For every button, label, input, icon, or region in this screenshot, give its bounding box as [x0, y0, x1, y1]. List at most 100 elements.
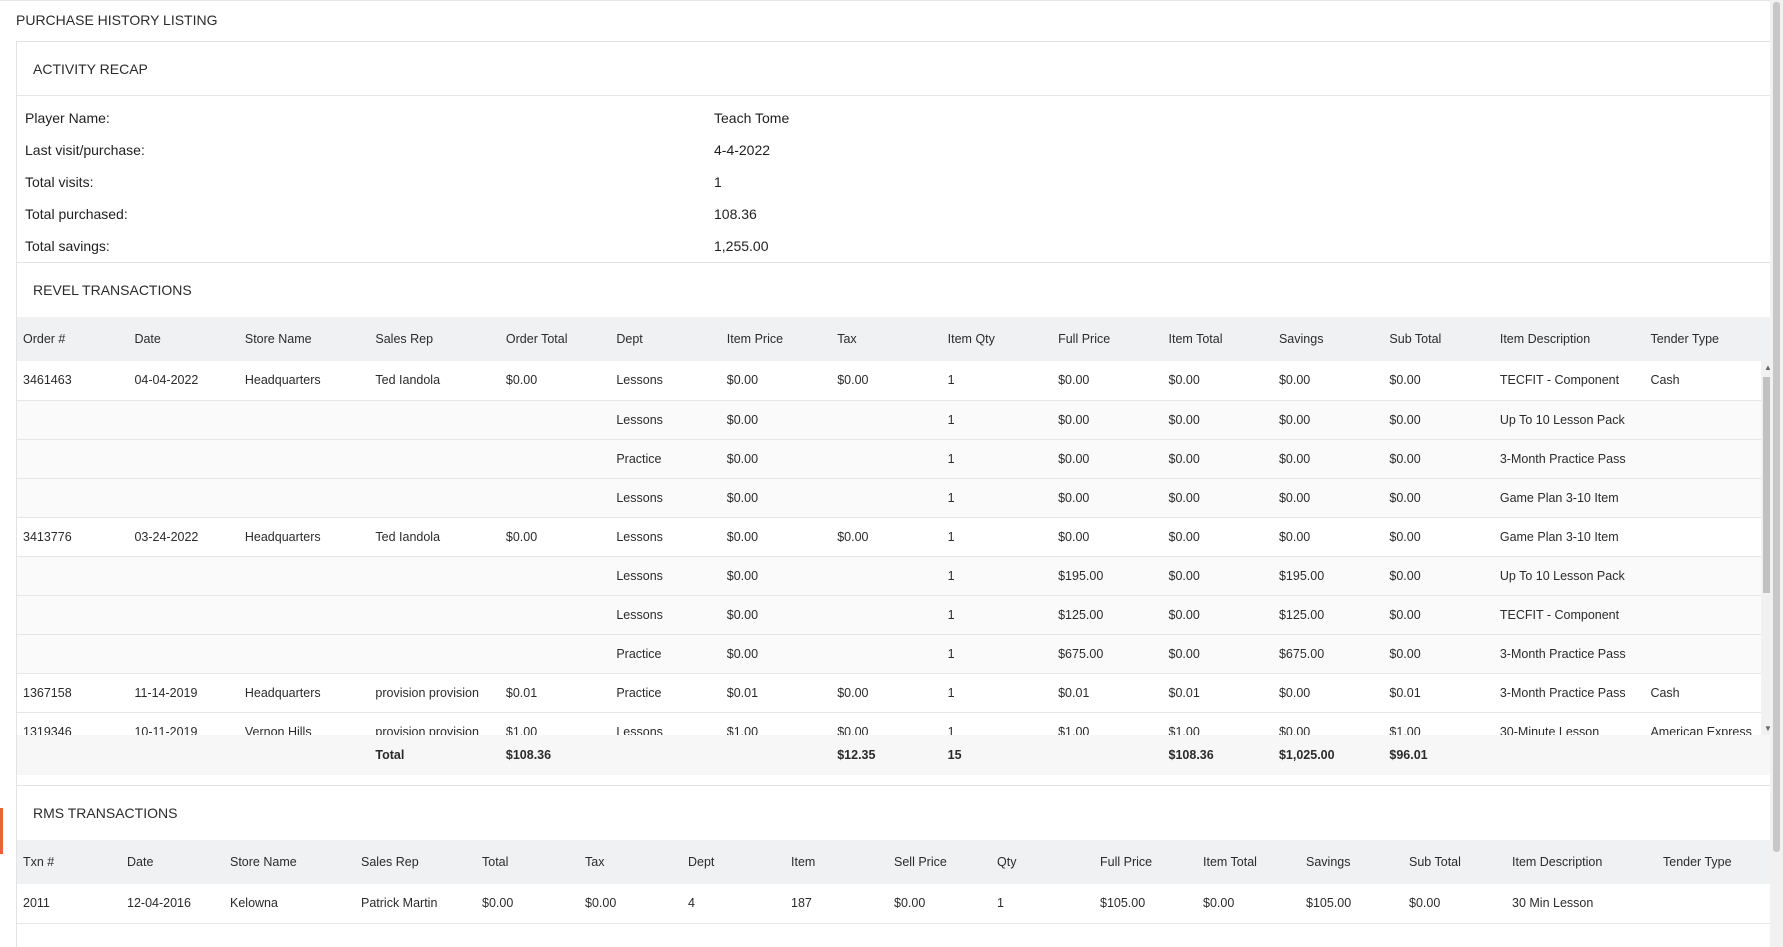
- table-row[interactable]: 1367158 11-14-2019 Headquarters provision p…: [17, 673, 1775, 713]
- cell-item-total: $0.00: [1162, 556, 1273, 596]
- col-header-date[interactable]: Date: [121, 840, 224, 884]
- cell-full-price: $0.00: [1052, 439, 1163, 479]
- cell-sub-total: $0.00: [1383, 634, 1494, 674]
- col-header-qty[interactable]: Qty: [991, 840, 1094, 884]
- total-item-qty: 15: [941, 735, 1053, 775]
- table-row[interactable]: 1319346 10-11-2019 Vernon Hills provision p…: [17, 712, 1775, 735]
- col-header-sub-total[interactable]: Sub Total: [1403, 840, 1506, 884]
- col-header-order[interactable]: Order #: [17, 317, 129, 361]
- col-header-sales-rep[interactable]: Sales Rep: [355, 840, 476, 884]
- cell-item-total: $0.00: [1162, 478, 1273, 518]
- cell-sub-total: $1.00: [1383, 712, 1494, 735]
- revel-table-body[interactable]: 3461463 04-04-2022 Headquarters Ted Iandola…: [17, 361, 1775, 735]
- cell-date: 04-04-2022: [128, 361, 239, 401]
- cell-date: [128, 400, 239, 440]
- table-row[interactable]: 3461463 04-04-2022 Headquarters Ted Iandola…: [17, 361, 1775, 401]
- col-header-item-qty[interactable]: Item Qty: [941, 317, 1053, 361]
- col-header-item-description[interactable]: Item Description: [1493, 317, 1645, 361]
- cell-dept: Practice: [610, 673, 721, 713]
- cell-savings: $0.00: [1272, 439, 1384, 479]
- rms-table: Txn # Date Store Name Sales Rep Total Tax Dept…: [17, 840, 1777, 924]
- table-row[interactable]: Lessons $0.00 1 $125.00 $0.00 $125.00 $0.00 TEC…: [17, 595, 1775, 635]
- cell-tax: $0.00: [579, 884, 682, 924]
- recap-value: 1: [714, 174, 722, 190]
- table-row[interactable]: Practice $0.00 1 $0.00 $0.00 $0.00 $0.00 3-Mont…: [17, 439, 1775, 479]
- cell-dept: Lessons: [610, 595, 721, 635]
- col-header-tender-type[interactable]: Tender Type: [1644, 317, 1775, 361]
- cell-dept: Lessons: [610, 517, 721, 557]
- col-header-tax[interactable]: Tax: [579, 840, 682, 884]
- total-store-name: [238, 735, 370, 775]
- cell-order-total: [499, 634, 611, 674]
- col-header-item-price[interactable]: Item Price: [720, 317, 832, 361]
- total-date: [128, 735, 239, 775]
- cell-order-total: [499, 595, 611, 635]
- cell-sales-rep: provision provision: [369, 673, 500, 713]
- cell-sub-total: $0.00: [1383, 595, 1494, 635]
- col-header-full-price[interactable]: Full Price: [1052, 317, 1163, 361]
- col-header-tax[interactable]: Tax: [831, 317, 942, 361]
- col-header-date[interactable]: Date: [128, 317, 239, 361]
- cell-tender-type: [1644, 400, 1775, 440]
- col-header-tender-type[interactable]: Tender Type: [1657, 840, 1777, 884]
- col-header-order-total[interactable]: Order Total: [499, 317, 611, 361]
- col-header-dept[interactable]: Dept: [682, 840, 785, 884]
- col-header-item-total[interactable]: Item Total: [1162, 317, 1273, 361]
- revel-total-row: Total $108.36 $12.35 15 $108.36 $1,025.00 $96.…: [17, 735, 1775, 775]
- col-header-sales-rep[interactable]: Sales Rep: [369, 317, 500, 361]
- col-header-dept[interactable]: Dept: [610, 317, 721, 361]
- cell-savings: $0.00: [1272, 361, 1384, 401]
- cell-store-name: Vernon Hills: [238, 712, 370, 735]
- col-header-item-description[interactable]: Item Description: [1506, 840, 1657, 884]
- cell-item-description: Game Plan 3-10 Item: [1493, 478, 1645, 518]
- col-header-total[interactable]: Total: [476, 840, 579, 884]
- col-header-store-name[interactable]: Store Name: [238, 317, 370, 361]
- cell-dept: 4: [682, 884, 785, 924]
- col-header-full-price[interactable]: Full Price: [1094, 840, 1197, 884]
- table-row[interactable]: Lessons $0.00 1 $0.00 $0.00 $0.00 $0.00 Up To 1…: [17, 400, 1775, 440]
- cell-item-description: Up To 10 Lesson Pack: [1493, 400, 1645, 440]
- cell-sell-price: $0.00: [888, 884, 991, 924]
- cell-item-price: $0.00: [720, 439, 832, 479]
- col-header-savings[interactable]: Savings: [1272, 317, 1384, 361]
- total-tender-type: [1644, 735, 1775, 775]
- col-header-item-total[interactable]: Item Total: [1197, 840, 1300, 884]
- cell-item-qty: 1: [941, 634, 1053, 674]
- table-row[interactable]: Lessons $0.00 1 $195.00 $0.00 $195.00 $0.00 Up …: [17, 556, 1775, 596]
- page-scrollbar-thumb[interactable]: [1773, 2, 1780, 852]
- total-sales-rep: Total: [369, 735, 500, 775]
- cell-sub-total: $0.00: [1383, 478, 1494, 518]
- col-header-sub-total[interactable]: Sub Total: [1383, 317, 1494, 361]
- recap-label: Player Name:: [25, 110, 110, 126]
- cell-dept: Practice: [610, 439, 721, 479]
- cell-sales-rep: Patrick Martin: [355, 884, 476, 924]
- cell-order-total: [499, 439, 611, 479]
- activity-recap-title: ACTIVITY RECAP: [17, 42, 1775, 96]
- total-order: [17, 735, 129, 775]
- recap-label: Total purchased:: [25, 206, 128, 222]
- recap-list: Player Name: Teach Tome Last visit/purch…: [17, 96, 1775, 262]
- recap-value: 4-4-2022: [714, 142, 771, 158]
- recap-row-total-visits: Total visits: 1: [17, 166, 1775, 198]
- col-header-item[interactable]: Item: [785, 840, 888, 884]
- cell-order-total: [499, 556, 611, 596]
- cell-item-qty: 1: [941, 361, 1053, 401]
- table-row[interactable]: 3413776 03-24-2022 Headquarters Ted Iandola…: [17, 517, 1775, 557]
- table-row[interactable]: 2011 12-04-2016 Kelowna Patrick Martin $0.00…: [17, 884, 1777, 924]
- col-header-sell-price[interactable]: Sell Price: [888, 840, 991, 884]
- cell-item-total: $1.00: [1162, 712, 1273, 735]
- cell-savings: $0.00: [1272, 673, 1384, 713]
- cell-date: 12-04-2016: [121, 884, 224, 924]
- table-row[interactable]: Lessons $0.00 1 $0.00 $0.00 $0.00 $0.00 Game Pl…: [17, 478, 1775, 518]
- col-header-txn[interactable]: Txn #: [17, 840, 121, 884]
- col-header-savings[interactable]: Savings: [1300, 840, 1403, 884]
- col-header-store-name[interactable]: Store Name: [224, 840, 355, 884]
- cell-tax: [831, 634, 942, 674]
- cell-item-description: Up To 10 Lesson Pack: [1493, 556, 1645, 596]
- table-row[interactable]: Practice $0.00 1 $675.00 $0.00 $675.00 $0.00 3-…: [17, 634, 1775, 674]
- page-scrollbar[interactable]: [1770, 0, 1783, 947]
- cell-date: [128, 556, 239, 596]
- cell-sub-total: $0.01: [1383, 673, 1494, 713]
- total-dept: [610, 735, 721, 775]
- cell-item-total: $0.01: [1162, 673, 1273, 713]
